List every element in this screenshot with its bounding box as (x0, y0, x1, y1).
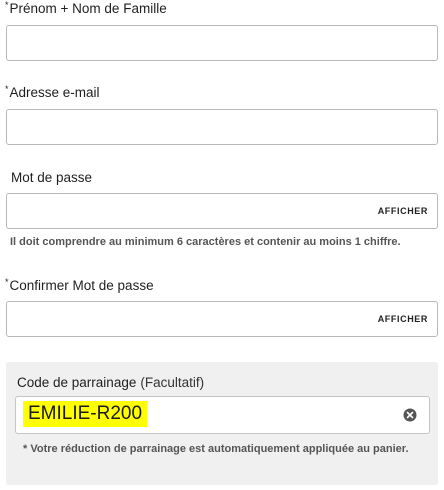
password-input[interactable]: AFFICHER (6, 193, 438, 229)
referral-optional-text: (Facultatif) (140, 375, 205, 390)
password-hint: Il doit comprendre au minimum 6 caractèr… (10, 236, 401, 248)
full-name-label-text: Prénom + Nom de Famille (9, 1, 167, 16)
confirm-password-label-text: Confirmer Mot de passe (9, 278, 154, 293)
referral-input[interactable]: EMILIE-R200 (15, 396, 430, 434)
referral-panel: Code de parrainage (Facultatif) EMILIE-R2… (6, 362, 438, 485)
full-name-label: *Prénom + Nom de Famille (5, 0, 167, 16)
email-input[interactable] (6, 109, 438, 145)
referral-label: Code de parrainage (Facultatif) (17, 375, 204, 390)
confirm-password-label: *Confirmer Mot de passe (5, 277, 154, 293)
required-mark: * (5, 84, 9, 94)
email-label: *Adresse e-mail (5, 84, 100, 100)
referral-label-text: Code de parrainage (17, 375, 137, 390)
referral-note: * Votre réduction de parrainage est auto… (23, 443, 409, 455)
confirm-password-input[interactable]: AFFICHER (6, 301, 438, 337)
show-confirm-password-button[interactable]: AFFICHER (378, 314, 428, 324)
clear-circle-icon[interactable] (403, 408, 417, 422)
show-password-button[interactable]: AFFICHER (378, 206, 428, 216)
email-label-text: Adresse e-mail (9, 85, 100, 100)
password-label: Mot de passe (11, 170, 93, 185)
required-mark: * (5, 277, 9, 287)
referral-value: EMILIE-R200 (23, 401, 148, 427)
full-name-input[interactable] (6, 25, 438, 61)
required-mark: * (5, 0, 9, 10)
